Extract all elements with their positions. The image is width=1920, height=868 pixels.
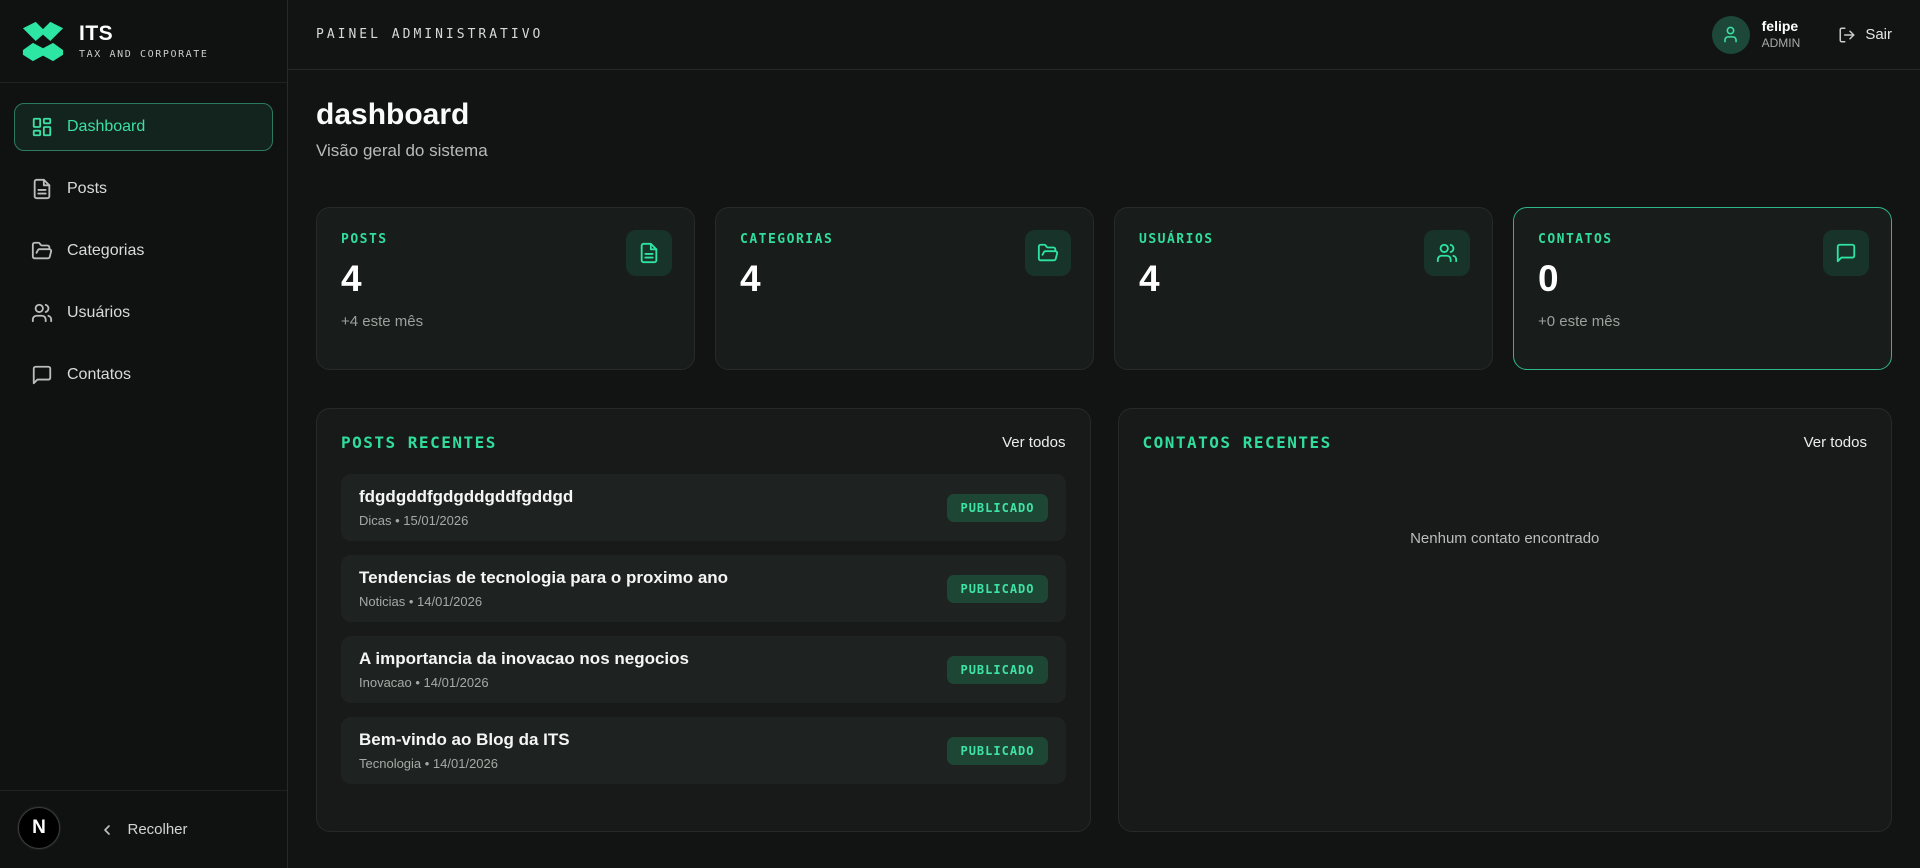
stat-label: CONTATOS <box>1538 232 1613 247</box>
app-root: ITS TAX AND CORPORATE Dashboard Posts Ca… <box>0 0 1920 868</box>
post-meta: Inovacao • 14/01/2026 <box>359 675 489 690</box>
recent-contacts-header: CONTATOS RECENTES Ver todos <box>1143 433 1868 452</box>
recent-posts-title: POSTS RECENTES <box>341 433 497 452</box>
post-list-item[interactable]: Tendencias de tecnologia para o proximo … <box>341 555 1066 622</box>
its-logo-icon <box>22 21 64 62</box>
users-icon <box>31 302 53 324</box>
dashboard-grid-icon <box>31 116 53 138</box>
user-icon <box>1724 26 1737 43</box>
stat-value: 0 <box>1538 258 1559 299</box>
sidebar-footer: Recolher N <box>0 790 287 868</box>
user-avatar[interactable] <box>1711 15 1750 54</box>
collapse-label: Recolher <box>127 821 188 838</box>
recent-contacts-title: CONTATOS RECENTES <box>1142 433 1332 452</box>
post-text: fdgdgddfgdgddgddfgddgd Dicas • 15/01/202… <box>359 487 573 528</box>
file-text-icon <box>31 178 53 200</box>
nextjs-dev-badge[interactable]: N <box>18 807 60 849</box>
logout-label: Sair <box>1865 26 1892 43</box>
stat-label: USUÁRIOS <box>1139 232 1214 247</box>
stat-delta: +4 este mês <box>341 312 424 330</box>
post-title: Bem-vindo ao Blog da ITS <box>359 730 570 749</box>
panels-row: POSTS RECENTES Ver todos fdgdgddfgdgddgd… <box>316 408 1892 832</box>
stat-value: 4 <box>341 258 362 299</box>
post-list-item[interactable]: A importancia da inovacao nos negocios I… <box>341 636 1066 703</box>
post-title: Tendencias de tecnologia para o proximo … <box>359 568 729 587</box>
users-icon <box>1424 230 1470 276</box>
recent-posts-panel: POSTS RECENTES Ver todos fdgdgddfgdgddgd… <box>316 408 1091 832</box>
collapse-sidebar-button[interactable]: Recolher <box>99 821 188 838</box>
sidebar-item[interactable]: Contatos <box>14 351 273 399</box>
topbar: PAINEL ADMINISTRATIVO felipe ADMIN Sair <box>288 0 1920 70</box>
stat-card: CATEGORIAS 4 <box>715 207 1094 370</box>
stat-delta <box>740 313 1069 331</box>
status-badge: PUBLICADO <box>947 493 1048 522</box>
stat-card: POSTS 4 +4 este mês <box>316 207 695 370</box>
sidebar-item-label: Categorias <box>67 242 145 259</box>
post-meta: Dicas • 15/01/2026 <box>359 513 469 528</box>
page-title: dashboard <box>316 98 470 131</box>
user-role: ADMIN <box>1761 35 1801 50</box>
post-text: Bem-vindo ao Blog da ITS Tecnologia • 14… <box>359 730 570 771</box>
message-square-icon <box>1823 230 1869 276</box>
post-meta: Noticias • 14/01/2026 <box>359 594 483 609</box>
stat-card: CONTATOS 0 +0 este mês <box>1513 207 1892 370</box>
sidebar-nav: Dashboard Posts Categorias Usuários Cont… <box>0 83 287 419</box>
contacts-empty-message: Nenhum contato encontrado <box>1410 530 1600 547</box>
sidebar-item[interactable]: Posts <box>14 165 273 213</box>
stat-value: 4 <box>1139 258 1160 299</box>
post-text: A importancia da inovacao nos negocios I… <box>359 649 689 690</box>
sidebar: ITS TAX AND CORPORATE Dashboard Posts Ca… <box>0 0 288 868</box>
page-subtitle: Visão geral do sistema <box>316 141 488 160</box>
post-text: Tendencias de tecnologia para o proximo … <box>359 568 728 609</box>
post-list-item[interactable]: Bem-vindo ao Blog da ITS Tecnologia • 14… <box>341 717 1066 784</box>
stat-delta <box>1139 313 1468 331</box>
sidebar-item-label: Usuários <box>67 304 131 321</box>
sidebar-item[interactable]: Usuários <box>14 289 273 337</box>
chevron-left-icon <box>104 824 111 835</box>
main-content: dashboard Visão geral do sistema POSTS 4… <box>288 70 1920 868</box>
brand-name: ITS <box>79 21 114 45</box>
sidebar-item[interactable]: Dashboard <box>14 103 273 151</box>
post-meta: Tecnologia • 14/01/2026 <box>359 756 498 771</box>
user-info: felipe ADMIN <box>1761 18 1801 50</box>
recent-contacts-panel: CONTATOS RECENTES Ver todos Nenhum conta… <box>1117 408 1892 832</box>
logout-button[interactable]: Sair <box>1838 26 1892 44</box>
brand-text: ITS TAX AND CORPORATE <box>79 22 209 60</box>
sidebar-item-label: Posts <box>67 180 108 197</box>
posts-view-all-link[interactable]: Ver todos <box>1002 434 1065 451</box>
stat-delta: +0 este mês <box>1538 312 1621 330</box>
topbar-title: PAINEL ADMINISTRATIVO <box>316 27 544 42</box>
user-name: felipe <box>1761 18 1799 35</box>
stat-label: CATEGORIAS <box>740 232 834 247</box>
post-list-item[interactable]: fdgdgddfgdgddgddfgddgd Dicas • 15/01/202… <box>341 474 1066 541</box>
stat-label: POSTS <box>341 232 388 247</box>
sidebar-item[interactable]: Categorias <box>14 227 273 275</box>
stat-card: USUÁRIOS 4 <box>1114 207 1493 370</box>
recent-posts-header: POSTS RECENTES Ver todos <box>341 433 1066 452</box>
folder-open-icon <box>1025 230 1071 276</box>
brand-tagline: TAX AND CORPORATE <box>79 49 209 61</box>
stat-value: 4 <box>740 258 761 299</box>
stats-grid: POSTS 4 +4 este mês CATEGORIAS 4 USUÁRIO… <box>316 207 1892 370</box>
post-title: A importancia da inovacao nos negocios <box>359 649 689 668</box>
contacts-view-all-link[interactable]: Ver todos <box>1804 434 1867 451</box>
status-badge: PUBLICADO <box>947 736 1048 765</box>
topbar-right: felipe ADMIN Sair <box>1711 15 1892 54</box>
content-column: PAINEL ADMINISTRATIVO felipe ADMIN Sair … <box>288 0 1920 868</box>
status-badge: PUBLICADO <box>947 574 1048 603</box>
status-badge: PUBLICADO <box>947 655 1048 684</box>
brand: ITS TAX AND CORPORATE <box>0 0 287 83</box>
sidebar-item-label: Contatos <box>67 366 132 383</box>
logout-icon <box>1839 27 1855 42</box>
file-text-icon <box>626 230 672 276</box>
recent-posts-list: fdgdgddfgdgddgddfgddgd Dicas • 15/01/202… <box>341 474 1066 784</box>
folder-open-icon <box>31 240 53 262</box>
post-title: fdgdgddfgdgddgddfgddgd <box>359 487 574 506</box>
message-square-icon <box>31 364 53 386</box>
sidebar-item-label: Dashboard <box>67 118 146 135</box>
